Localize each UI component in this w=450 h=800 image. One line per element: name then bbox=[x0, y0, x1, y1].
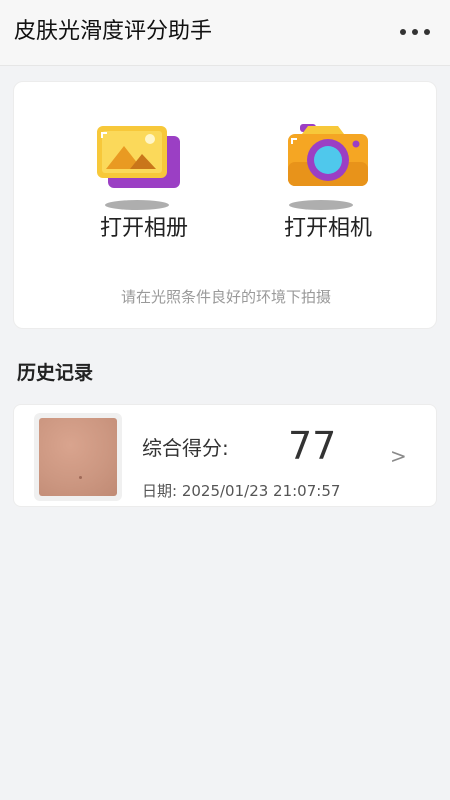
menu-dot bbox=[400, 29, 406, 35]
skin-spot bbox=[79, 476, 82, 479]
score-label: 综合得分: bbox=[142, 436, 229, 460]
camera-icon-shadow bbox=[289, 200, 353, 210]
camera-icon bbox=[278, 122, 378, 212]
photo-album-icon bbox=[94, 122, 194, 212]
open-album-button[interactable]: 打开相册 bbox=[64, 82, 224, 252]
record-date: 日期: 2025/01/23 21:07:57 bbox=[142, 482, 341, 500]
open-camera-label: 打开相机 bbox=[283, 216, 372, 241]
open-album-label: 打开相册 bbox=[99, 216, 188, 241]
more-dots-icon[interactable] bbox=[400, 24, 430, 40]
lighting-hint: 请在光照条件良好的环境下拍摄 bbox=[120, 288, 331, 306]
history-section-title: 历史记录 bbox=[17, 362, 94, 384]
menu-dot bbox=[412, 29, 418, 35]
menu-dot bbox=[424, 29, 430, 35]
skin-photo-thumbnail bbox=[34, 413, 122, 501]
open-camera-button[interactable]: 打开相机 bbox=[248, 82, 408, 252]
chevron-right-icon[interactable]: > bbox=[390, 443, 407, 469]
album-icon-shadow bbox=[105, 200, 169, 210]
app-header: 皮肤光滑度评分助手 bbox=[0, 0, 450, 66]
score-value: 77 bbox=[288, 424, 337, 468]
history-record-item[interactable]: 综合得分: 77 日期: 2025/01/23 21:07:57 > bbox=[13, 404, 437, 507]
app-root: 皮肤光滑度评分助手 打开相册 打开相机 请在光照条件良好的环境下拍摄 历史记录 … bbox=[0, 0, 450, 800]
skin-photo-image bbox=[39, 418, 117, 496]
capture-actions-card: 打开相册 打开相机 请在光照条件良好的环境下拍摄 bbox=[13, 81, 437, 329]
app-title: 皮肤光滑度评分助手 bbox=[14, 19, 213, 44]
